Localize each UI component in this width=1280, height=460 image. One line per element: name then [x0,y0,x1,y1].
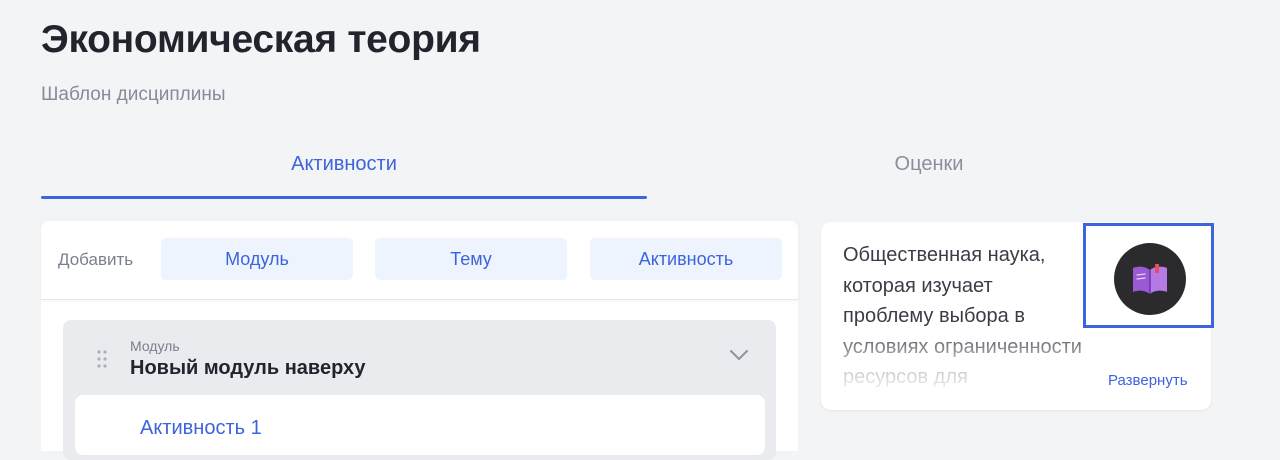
add-label: Добавить [58,250,134,269]
add-toolbar: Добавить Модуль Тему Активность [41,221,798,300]
add-activity-button[interactable]: Активность [590,238,782,280]
activity-item[interactable]: Активность 1 [75,395,765,455]
discipline-icon-button[interactable] [1114,243,1186,315]
add-module-button[interactable]: Модуль [161,238,353,280]
activities-panel: Добавить Модуль Тему Активность Модуль Н… [41,221,798,460]
tab-activities[interactable]: Активности [41,153,647,176]
open-book-icon [1133,264,1167,294]
active-tab-indicator [41,196,647,199]
page-title: Экономическая теория [41,18,481,61]
tab-grades[interactable]: Оценки [626,153,1232,176]
drag-handle-icon[interactable] [97,350,107,368]
module-card: Модуль Новый модуль наверху Активность 1 [63,320,776,460]
page-subtitle: Шаблон дисциплины [41,84,226,105]
expand-link[interactable]: Развернуть [1108,372,1188,389]
chevron-down-icon[interactable] [729,348,749,362]
add-topic-button[interactable]: Тему [375,238,567,280]
description-text: Общественная наука, которая изучает проб… [843,244,1082,388]
module-name: Новый модуль наверху [130,357,366,379]
module-type-label: Модуль [130,338,180,354]
